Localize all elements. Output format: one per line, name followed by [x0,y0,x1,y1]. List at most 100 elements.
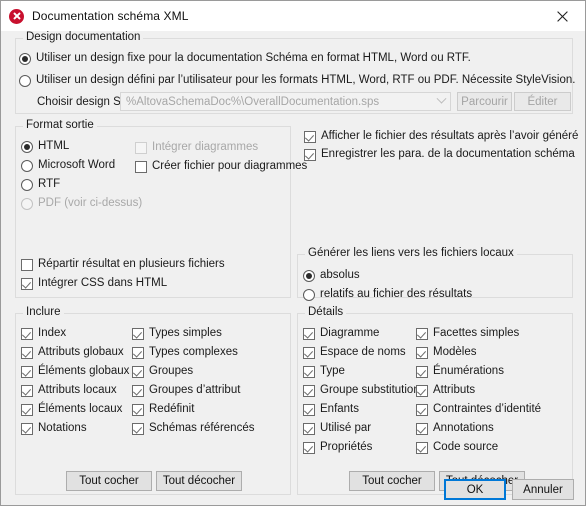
checkbox-detail-simple-facets[interactable]: Facettes simples [416,327,519,340]
checkbox-detail-enumerations[interactable]: Énumérations [416,365,504,378]
browse-button[interactable]: Parcourir [457,92,512,111]
radio-format-html-label: HTML [38,140,69,153]
checkbox-include-local-attributes-label: Attributs locaux [38,384,117,397]
checkbox-save-settings[interactable]: Enregistrer les para. de la documentatio… [304,148,575,161]
checkbox-detail-source-code[interactable]: Code source [416,441,498,454]
checkbox-detail-type[interactable]: Type [303,365,345,378]
checkbox-icon [21,423,33,435]
checkbox-include-referenced-schemas[interactable]: Schémas référencés [132,422,254,435]
checkbox-include-local-attributes[interactable]: Attributs locaux [21,384,117,397]
details-check-all-button[interactable]: Tout cocher [349,471,435,491]
checkbox-include-index[interactable]: Index [21,327,66,340]
radio-links-relative[interactable]: relatifs au fichier des résultats [303,288,472,301]
radio-format-word-label: Microsoft Word [38,159,115,172]
altova-logo-icon [9,9,24,24]
radio-user-design[interactable]: Utiliser un design défini par l’utilisat… [19,74,575,87]
checkbox-create-diagram-file[interactable]: Créer fichier pour diagrammes [135,160,307,173]
checkbox-icon [21,366,33,378]
radio-links-absolute[interactable]: absolus [303,269,360,282]
radio-icon [21,179,33,191]
include-uncheck-all-button[interactable]: Tout décocher [156,471,242,491]
ok-button[interactable]: OK [444,479,506,500]
checkbox-detail-namespace-label: Espace de noms [320,346,406,359]
documentation-dialog: Documentation schéma XML Design document… [0,0,586,506]
output-format-legend: Format sortie [23,119,97,131]
radio-format-word[interactable]: Microsoft Word [21,159,115,172]
close-icon[interactable] [539,1,585,31]
sps-combo[interactable]: %AltovaSchemaDoc%\OverallDocumentation.s… [120,92,451,111]
checkbox-detail-used-by[interactable]: Utilisé par [303,422,371,435]
checkbox-detail-models-label: Modèles [433,346,476,359]
checkbox-split-output[interactable]: Répartir résultat en plusieurs fichiers [21,258,225,271]
checkbox-icon [21,347,33,359]
checkbox-icon [416,404,428,416]
checkbox-create-diagram-file-label: Créer fichier pour diagrammes [152,160,307,173]
checkbox-detail-substitution-group-label: Groupe substitution [320,384,420,397]
checkbox-detail-namespace[interactable]: Espace de noms [303,346,406,359]
include-uncheck-all-label: Tout décocher [163,475,235,487]
checkbox-include-attribute-groups[interactable]: Groupes d’attribut [132,384,240,397]
checkbox-include-redefines[interactable]: Redéfinit [132,403,194,416]
checkbox-icon [135,142,147,154]
checkbox-include-local-elements[interactable]: Éléments locaux [21,403,122,416]
checkbox-icon [132,366,144,378]
checkbox-include-groups-label: Groupes [149,365,193,378]
checkbox-detail-source-code-label: Code source [433,441,498,454]
checkbox-icon [303,328,315,340]
checkbox-detail-attributes[interactable]: Attributs [416,384,475,397]
checkbox-include-global-elements[interactable]: Éléments globaux [21,365,129,378]
checkbox-detail-children[interactable]: Enfants [303,403,359,416]
radio-format-html[interactable]: HTML [21,140,69,153]
checkbox-icon [132,423,144,435]
checkbox-icon [416,328,428,340]
checkbox-split-output-label: Répartir résultat en plusieurs fichiers [38,258,225,271]
checkbox-detail-properties[interactable]: Propriétés [303,441,372,454]
checkbox-detail-type-label: Type [320,365,345,378]
checkbox-icon [132,385,144,397]
checkbox-include-global-elements-label: Éléments globaux [38,365,129,378]
title-bar: Documentation schéma XML [1,1,585,31]
dialog-body: Design documentation Utiliser un design … [1,31,585,505]
checkbox-include-simple-types[interactable]: Types simples [132,327,222,340]
checkbox-icon [416,347,428,359]
ok-button-label: OK [467,484,484,496]
checkbox-detail-children-label: Enfants [320,403,359,416]
radio-icon [21,141,33,153]
radio-format-pdf[interactable]: PDF (voir ci-dessus) [21,197,142,210]
edit-button[interactable]: Éditer [514,92,571,111]
radio-fixed-design[interactable]: Utiliser un design fixe pour la document… [19,52,471,65]
checkbox-include-complex-types-label: Types complexes [149,346,238,359]
checkbox-detail-used-by-label: Utilisé par [320,422,371,435]
checkbox-include-notations[interactable]: Notations [21,422,87,435]
checkbox-include-complex-types[interactable]: Types complexes [132,346,238,359]
checkbox-include-referenced-schemas-label: Schémas référencés [149,422,254,435]
checkbox-detail-diagram[interactable]: Diagramme [303,327,379,340]
checkbox-detail-properties-label: Propriétés [320,441,372,454]
checkbox-detail-diagram-label: Diagramme [320,327,379,340]
cancel-button-label: Annuler [523,484,563,496]
checkbox-include-local-elements-label: Éléments locaux [38,403,122,416]
checkbox-include-global-attributes[interactable]: Attributs globaux [21,346,124,359]
checkbox-detail-enumerations-label: Énumérations [433,365,504,378]
checkbox-save-settings-label: Enregistrer les para. de la documentatio… [321,148,575,161]
include-check-all-button[interactable]: Tout cocher [66,471,152,491]
checkbox-icon [303,385,315,397]
radio-fixed-design-label: Utiliser un design fixe pour la document… [36,52,471,65]
checkbox-detail-identity-constraints[interactable]: Contraintes d’identité [416,403,541,416]
checkbox-embed-diagrams[interactable]: Intégrer diagrammes [135,141,258,154]
browse-button-label: Parcourir [461,96,508,108]
cancel-button[interactable]: Annuler [512,479,574,500]
checkbox-embed-css[interactable]: Intégrer CSS dans HTML [21,277,167,290]
radio-format-rtf[interactable]: RTF [21,178,60,191]
checkbox-show-result-file[interactable]: Afficher le fichier des résultats après … [304,130,578,143]
checkbox-show-result-file-label: Afficher le fichier des résultats après … [321,130,578,143]
checkbox-detail-annotations[interactable]: Annotations [416,422,494,435]
checkbox-embed-diagrams-label: Intégrer diagrammes [152,141,258,154]
checkbox-detail-models[interactable]: Modèles [416,346,476,359]
radio-user-design-label: Utiliser un design défini par l’utilisat… [36,74,575,87]
radio-links-absolute-label: absolus [320,269,360,282]
checkbox-include-groups[interactable]: Groupes [132,365,193,378]
checkbox-detail-substitution-group[interactable]: Groupe substitution [303,384,420,397]
checkbox-include-attribute-groups-label: Groupes d’attribut [149,384,240,397]
checkbox-icon [21,404,33,416]
